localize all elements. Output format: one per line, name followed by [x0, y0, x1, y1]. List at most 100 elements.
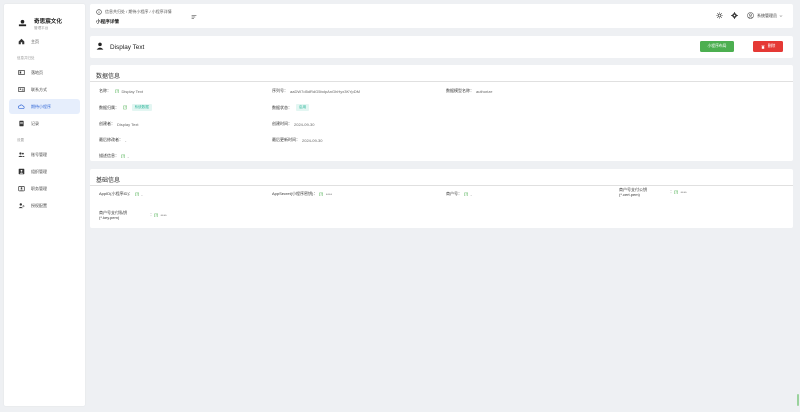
field-label: 创建时间：	[272, 121, 292, 126]
theme-toggle-icon[interactable]	[716, 12, 723, 19]
field-model-name: 数据模型名称： authorize	[446, 88, 492, 94]
sidebar-item-label: 期待小程序	[31, 103, 51, 109]
users-icon	[17, 151, 25, 159]
field-serial: 序列号： aaDW7d5dRdG5bdpAnGhHyx3KYpDM	[272, 88, 360, 94]
user-menu[interactable]: 系统管理员	[747, 12, 783, 19]
button-label: 小程序布局	[707, 44, 727, 48]
base-info-card: 基础信息 AppID(小程序ID)： - AppSecret(小程序密钥)： *…	[90, 169, 793, 228]
edit-icon[interactable]	[123, 105, 128, 110]
nav-group-info: 信息共归处	[17, 56, 35, 60]
field-updated-time: 最后更新时间： 2024-09-30	[272, 137, 322, 143]
data-info-card: 数据信息 名称： Display Text 序列号： aaDW7d5dRdG5b…	[90, 65, 793, 161]
sidebar-item-label: 职务管理	[31, 185, 47, 191]
sidebar-item-miniprogram[interactable]: 期待小程序	[9, 99, 80, 114]
sidebar-item-landing[interactable]: 落地页	[9, 65, 80, 80]
trash-icon	[761, 45, 765, 49]
sidebar-item-orgs[interactable]: 组织管理	[9, 164, 80, 179]
cloud-icon	[17, 103, 25, 111]
field-key: 商户号支付私钥(*.key.pem) ： ****	[99, 210, 167, 220]
nav-group-settings: 设置	[17, 138, 24, 142]
field-cert: 商户号支付公钥(*.cert.pem) ： ****	[619, 187, 687, 197]
sidebar-item-accounts[interactable]: 账号管理	[9, 147, 80, 162]
field-label: AppID(小程序ID)：	[99, 191, 133, 196]
field-value: -	[127, 153, 129, 159]
field-label: 商户号：	[446, 191, 462, 196]
field-label: 数据状态：	[272, 104, 292, 110]
field-value: -	[125, 137, 127, 143]
detail-title-card: Display Text 小程序布局 删除	[90, 36, 793, 58]
sidebar-item-label: 落地页	[31, 69, 43, 75]
menu-collapse-icon[interactable]	[191, 14, 197, 20]
edit-icon[interactable]	[154, 213, 159, 218]
field-value: ****	[160, 212, 167, 218]
toolbar-right: 系统管理员	[708, 12, 783, 19]
top-header: 信息共归处 / 期待小程序 / 小程序详情 小程序详情 系统管理员	[90, 4, 793, 28]
field-creator: 创建者： Display Text	[99, 121, 139, 127]
field-value: 2024-09-30	[302, 137, 323, 143]
sidebar-item-label: 记录	[31, 120, 39, 126]
edit-icon[interactable]	[121, 154, 126, 159]
field-value: ****	[325, 191, 333, 197]
archive-tag: 系统数据	[131, 104, 152, 111]
field-archive: 数据归属： 系统数据	[99, 104, 152, 111]
field-label: 名称：	[99, 88, 111, 93]
delete-button[interactable]: 删除	[753, 41, 783, 52]
field-appsecret: AppSecret(小程序密钥)： ****	[272, 191, 332, 197]
edit-icon[interactable]	[115, 89, 120, 94]
contact-card-icon	[17, 86, 25, 94]
breadcrumb: 信息共归处 / 期待小程序 / 小程序详情	[96, 9, 172, 15]
field-label: 商户号支付私钥(*.key.pem)	[99, 210, 127, 220]
field-label: 最后修改者：	[99, 137, 123, 142]
sidebar-item-label: 主页	[31, 38, 39, 44]
brand[interactable]: 奇思宸文化 管理平台	[4, 4, 85, 34]
field-label: 描述信息：	[99, 153, 119, 158]
sidebar-item-contact[interactable]: 联系方式	[9, 82, 80, 97]
breadcrumb-text[interactable]: 信息共归处 / 期待小程序 / 小程序详情	[105, 9, 172, 15]
key-user-icon	[17, 202, 25, 210]
section-title: 数据信息	[96, 74, 121, 80]
sidebar-item-label: 账号管理	[31, 151, 47, 157]
home-icon	[17, 38, 25, 46]
user-name: 系统管理员	[757, 12, 777, 18]
sidebar-item-positions[interactable]: 职务管理	[9, 181, 80, 196]
field-value: authorize	[476, 88, 493, 94]
sidebar: 奇思宸文化 管理平台 主页 信息共归处 落地页 联系方式 期待小程序 记录 设置…	[4, 4, 85, 406]
detail-title: Display Text	[110, 44, 145, 51]
field-value: -	[470, 191, 472, 197]
edit-icon[interactable]	[674, 190, 679, 195]
sidebar-item-home[interactable]: 主页	[9, 34, 80, 49]
page-title: 小程序详情	[96, 19, 119, 24]
field-label: 最后更新时间：	[272, 137, 300, 142]
person-icon	[96, 42, 104, 50]
scrollbar[interactable]	[797, 394, 799, 406]
sidebar-item-authorization[interactable]: 授权配置	[9, 198, 80, 213]
field-merchant-id: 商户号： -	[446, 191, 472, 197]
divider	[90, 184, 793, 186]
edit-icon[interactable]	[135, 192, 140, 197]
field-created-time: 创建时间： 2024-09-30	[272, 121, 314, 127]
brand-subtitle: 管理平台	[34, 25, 49, 30]
sidebar-item-label: 联系方式	[31, 86, 47, 92]
sidebar-item-record[interactable]: 记录	[9, 116, 80, 131]
edit-icon[interactable]	[464, 192, 469, 197]
field-value: -	[141, 191, 143, 197]
sidebar-item-label: 组织管理	[31, 168, 47, 174]
info-icon	[96, 9, 102, 15]
field-value: Display Text	[117, 121, 139, 127]
miniprogram-layout-button[interactable]: 小程序布局	[700, 41, 734, 52]
field-status: 数据状态： 启用	[272, 104, 310, 111]
sidebar-item-label: 授权配置	[31, 202, 47, 208]
field-name: 名称： Display Text	[99, 88, 143, 94]
field-value: aaDW7d5dRdG5bdpAnGhHyx3KYpDM	[290, 88, 360, 94]
brand-title: 奇思宸文化	[34, 18, 62, 25]
settings-gear-icon[interactable]	[731, 12, 738, 19]
field-value: Display Text	[121, 88, 144, 94]
web-page-icon	[17, 69, 25, 77]
status-badge: 启用	[296, 104, 310, 111]
button-label: 删除	[767, 44, 776, 48]
avatar-icon	[747, 12, 754, 19]
field-label: AppSecret(小程序密钥)：	[272, 191, 318, 196]
field-value: ****	[680, 189, 687, 195]
field-modifier: 最后修改者： -	[99, 137, 126, 143]
edit-icon[interactable]	[319, 192, 324, 197]
